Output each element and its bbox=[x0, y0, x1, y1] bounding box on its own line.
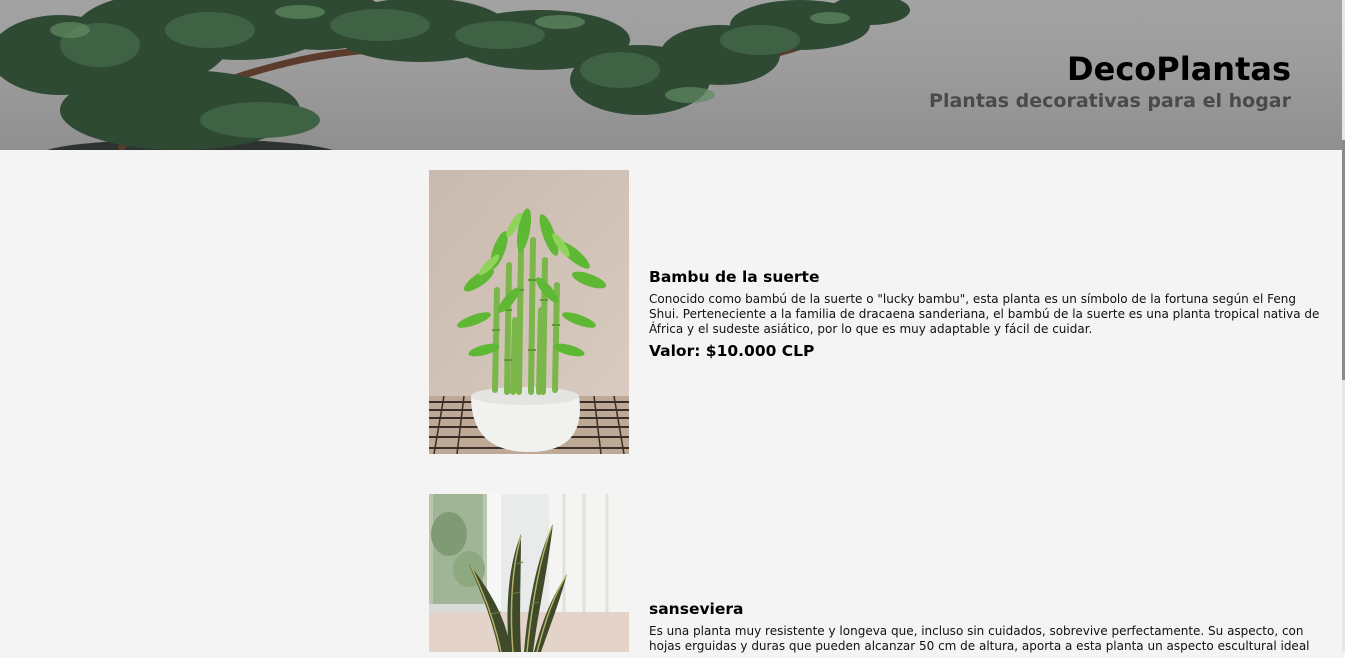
product-card: Bambu de la suerte Conocido como bambú d… bbox=[429, 170, 1329, 454]
product-card: sanseviera Es una planta muy resistente … bbox=[429, 494, 1329, 653]
site-title: DecoPlantas bbox=[1067, 50, 1291, 88]
product-name: sanseviera bbox=[649, 600, 744, 618]
product-info: sanseviera Es una planta muy resistente … bbox=[649, 600, 1329, 658]
product-name: Bambu de la suerte bbox=[649, 268, 820, 286]
product-image bbox=[429, 170, 629, 454]
product-info: Bambu de la suerte Conocido como bambú d… bbox=[649, 268, 1329, 361]
product-price: Valor: $10.000 CLP bbox=[649, 342, 815, 360]
product-image bbox=[429, 494, 629, 652]
lucky-bamboo-image bbox=[429, 170, 629, 454]
site-subtitle: Plantas decorativas para el hogar bbox=[929, 90, 1291, 112]
product-description: Conocido como bambú de la suerte o "luck… bbox=[649, 292, 1320, 336]
product-description: Es una planta muy resistente y longeva q… bbox=[649, 624, 1310, 653]
header-banner: DecoPlantas Plantas decorativas para el … bbox=[0, 0, 1342, 150]
sansevieria-image bbox=[429, 494, 629, 652]
